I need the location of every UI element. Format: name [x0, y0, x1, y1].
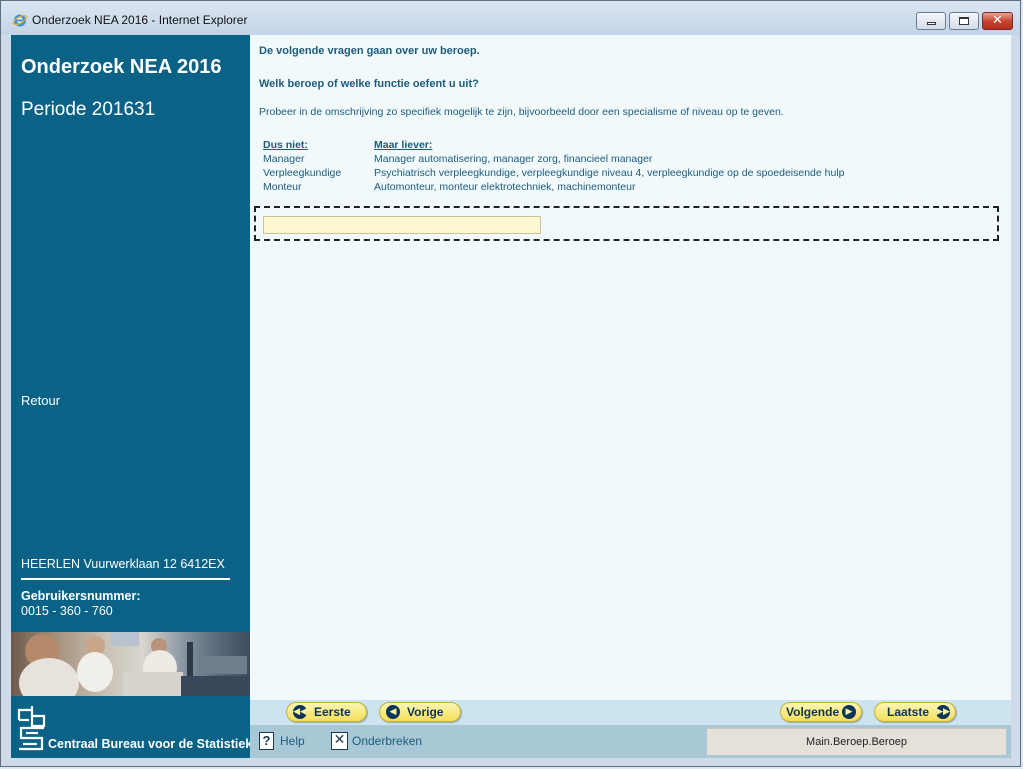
title-bar: Onderzoek NEA 2016 - Internet Explorer ✕ [1, 1, 1020, 35]
cancel-icon: ✕ [331, 732, 348, 750]
footer-bar: ? Help ✕ Onderbreken Main.Beroep.Beroep [250, 725, 1011, 758]
ie-icon [12, 14, 28, 27]
cbs-name: Centraal Bureau voor de Statistiek [48, 737, 253, 751]
next-button[interactable]: Volgende ▶ [780, 702, 862, 722]
example-not: Manager [263, 153, 305, 165]
last-label: Laatste [887, 705, 930, 719]
cbs-logo [17, 706, 46, 751]
browser-window: Onderzoek NEA 2016 - Internet Explorer ✕… [0, 0, 1021, 767]
respondent-address: HEERLEN Vuurwerklaan 12 6412EX [21, 557, 225, 571]
help-icon: ? [259, 732, 274, 750]
next-label: Volgende [786, 705, 840, 719]
sidebar: Onderzoek NEA 2016 Periode 201631 Retour… [11, 35, 253, 758]
user-number-value: 0015 - 360 - 760 [21, 604, 113, 618]
cancel-label: Onderbreken [352, 734, 423, 748]
arrow-right-icon: ▶▶ [936, 705, 950, 719]
minimize-icon [927, 22, 936, 25]
example-not: Monteur [263, 181, 302, 193]
question-intro: De volgende vragen gaan over uw beroep. [259, 45, 480, 57]
example-rather: Psychiatrisch verpleegkundige, verpleegk… [374, 167, 845, 179]
answer-focus-box [254, 206, 999, 241]
cbs-branding: Centraal Bureau voor de Statistiek [11, 696, 253, 758]
sidebar-divider [21, 578, 230, 580]
first-label: Eerste [314, 705, 351, 719]
close-icon: ✕ [992, 13, 1003, 28]
examples-header-rather: Maar liever: [374, 139, 433, 151]
occupation-input[interactable] [263, 216, 541, 234]
user-number-label: Gebruikersnummer: [21, 589, 141, 603]
example-rather: Manager automatisering, manager zorg, fi… [374, 153, 653, 165]
previous-label: Vorige [407, 705, 444, 719]
previous-button[interactable]: ◀ Vorige [379, 702, 461, 722]
help-label: Help [280, 734, 305, 748]
examples-header-not: Dus niet: [263, 139, 308, 151]
example-rather: Automonteur, monteur elektrotechniek, ma… [374, 181, 636, 193]
header-photo [11, 632, 250, 696]
maximize-icon [959, 17, 969, 25]
field-status: Main.Beroep.Beroep [707, 728, 1006, 755]
example-not: Verpleegkundige [263, 167, 342, 179]
minimize-button[interactable] [916, 12, 946, 30]
arrow-left-icon: ◀◀ [293, 705, 307, 719]
question-hint: Probeer in de omschrijving zo specifiek … [259, 106, 784, 118]
arrow-right-icon: ▶ [842, 705, 856, 719]
navigation-bar: ◀◀ Eerste ◀ Vorige Volgende ▶ Laatste ▶▶ [250, 700, 1011, 725]
first-button[interactable]: ◀◀ Eerste [286, 702, 367, 722]
maximize-button[interactable] [949, 12, 979, 30]
survey-title: Onderzoek NEA 2016 [21, 56, 222, 78]
last-button[interactable]: Laatste ▶▶ [874, 702, 956, 722]
window-title: Onderzoek NEA 2016 - Internet Explorer [32, 13, 248, 27]
question-panel: De volgende vragen gaan over uw beroep. … [250, 35, 1011, 700]
close-button[interactable]: ✕ [982, 12, 1013, 30]
retour-link[interactable]: Retour [21, 393, 60, 408]
survey-period: Periode 201631 [21, 99, 156, 120]
question-text: Welk beroep of welke functie oefent u ui… [259, 78, 479, 90]
arrow-left-icon: ◀ [386, 705, 400, 719]
